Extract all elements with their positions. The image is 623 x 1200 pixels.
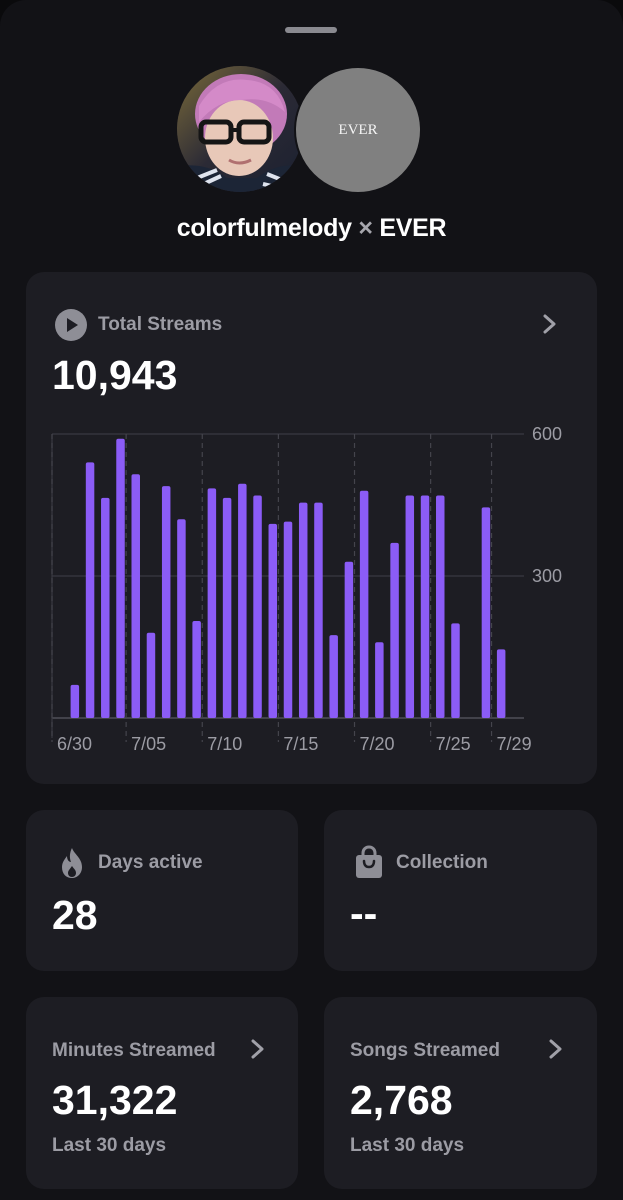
sheet-grabber-handle[interactable] [285, 27, 337, 33]
chart-x-tick-label: 6/30 [57, 734, 92, 754]
chart-bar [238, 483, 247, 718]
chart-bar [268, 523, 278, 718]
total-streams-card[interactable]: Total Streams 10,943 600 300 6/30 7/05 7/10 7… [26, 272, 597, 784]
chart-bar [253, 495, 262, 718]
collection-card[interactable]: Collection -- [324, 810, 597, 971]
chart-bar [344, 561, 354, 718]
chevron-right-icon[interactable] [541, 313, 559, 335]
streams-bar-chart: 600 300 6/30 7/05 7/10 7/15 7/20 7/25 7/29 [51, 424, 562, 754]
chart-bar [131, 474, 140, 718]
artist-avatar-text: EVER [338, 121, 378, 138]
minutes-streamed-label: Minutes Streamed [52, 1040, 216, 1061]
artist-name: EVER [379, 214, 447, 242]
flame-icon [62, 848, 82, 878]
chevron-right-icon[interactable] [547, 1038, 565, 1060]
chart-bar [390, 542, 399, 718]
page-title: colorfulmelody × EVER [0, 214, 623, 243]
chart-y-tick-label: 300 [532, 566, 562, 586]
chart-bar [314, 502, 323, 718]
songs-streamed-value: 2,768 [350, 1077, 453, 1123]
chart-x-tick-label: 7/29 [497, 734, 532, 754]
chart-bar [451, 623, 460, 718]
chart-bar [192, 620, 201, 718]
days-active-value: 28 [52, 892, 98, 938]
days-active-label: Days active [98, 852, 203, 873]
collection-value: -- [350, 890, 378, 936]
chart-bar [207, 488, 217, 718]
minutes-streamed-period: Last 30 days [52, 1135, 167, 1156]
chart-x-tick-label: 7/15 [283, 734, 318, 754]
chart-bar [496, 649, 506, 718]
chart-bar [222, 497, 232, 718]
chart-x-tick-label: 7/25 [436, 734, 471, 754]
chart-x-tick-label: 7/10 [207, 734, 242, 754]
chart-bar [85, 462, 95, 718]
collection-label: Collection [396, 852, 488, 873]
songs-streamed-card[interactable]: Songs Streamed 2,768 Last 30 days [324, 997, 597, 1189]
chart-bar [101, 497, 110, 718]
chart-bar [405, 495, 415, 718]
artist-avatar: EVER [294, 66, 422, 194]
chart-bar [436, 495, 445, 718]
total-streams-value: 10,943 [52, 352, 178, 398]
chart-bar [161, 486, 171, 718]
chart-bar [359, 490, 369, 718]
chart-bar [375, 642, 384, 718]
songs-streamed-label: Songs Streamed [350, 1040, 500, 1061]
chart-bar [116, 438, 125, 718]
user-avatar-image [177, 66, 303, 192]
user-avatar [177, 66, 303, 192]
minutes-streamed-card[interactable]: Minutes Streamed 31,322 Last 30 days [26, 997, 298, 1189]
chart-y-tick-label: 600 [532, 424, 562, 444]
chart-bar [146, 632, 156, 718]
play-circle-icon [55, 309, 87, 341]
title-separator: × [358, 214, 373, 242]
chart-x-tick-label: 7/05 [131, 734, 166, 754]
chart-x-tick-label: 7/20 [360, 734, 395, 754]
total-streams-label: Total Streams [98, 314, 223, 335]
chart-bar [298, 502, 308, 718]
songs-streamed-period: Last 30 days [350, 1135, 465, 1156]
chart-bar [329, 635, 338, 718]
chart-bar [177, 519, 186, 718]
shopping-bag-icon [356, 845, 382, 878]
chart-bar [283, 521, 293, 718]
user-name: colorfulmelody [176, 214, 352, 242]
bottom-sheet: EVER colorfulmelody × EVER Total Streams… [0, 0, 623, 1200]
minutes-streamed-value: 31,322 [52, 1077, 178, 1123]
chevron-right-icon[interactable] [249, 1038, 267, 1060]
chart-bar [70, 684, 80, 718]
days-active-card: Days active 28 [26, 810, 298, 971]
chart-bar [420, 495, 430, 718]
chart-bar [481, 507, 491, 718]
